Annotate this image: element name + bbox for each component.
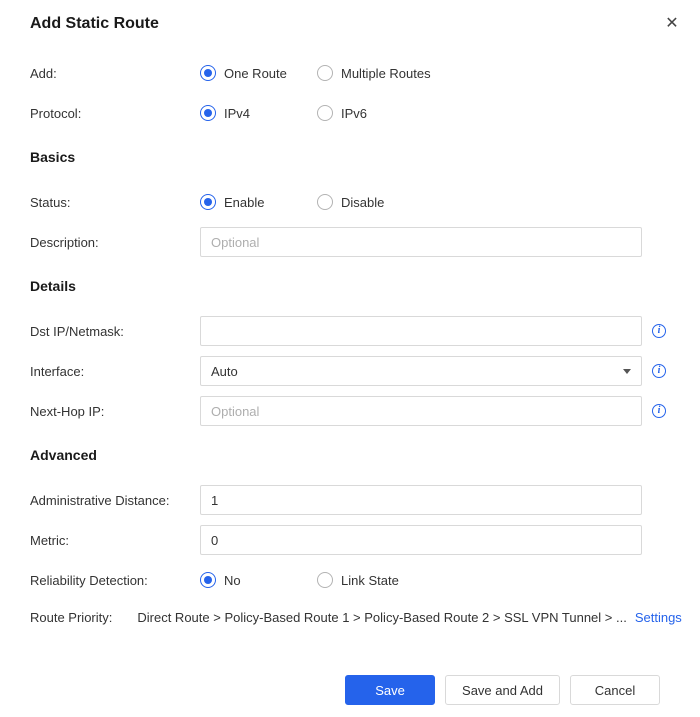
dst-ip-row: Dst IP/Netmask: i (30, 316, 670, 346)
section-details: Details (30, 278, 76, 294)
info-icon[interactable]: i (652, 324, 666, 338)
info-icon[interactable]: i (652, 404, 666, 418)
radio-one-route-label: One Route (224, 65, 287, 81)
radio-ipv4[interactable]: IPv4 (200, 105, 317, 121)
save-and-add-button[interactable]: Save and Add (445, 675, 560, 705)
radio-ipv6[interactable]: IPv6 (317, 105, 367, 121)
radio-unselected-icon (317, 572, 333, 588)
admin-distance-row: Administrative Distance: (30, 485, 670, 515)
info-icon[interactable]: i (652, 364, 666, 378)
metric-input[interactable] (200, 525, 642, 555)
radio-disable[interactable]: Disable (317, 194, 384, 210)
dialog-title: Add Static Route (30, 15, 159, 32)
add-radio-group: One Route Multiple Routes (200, 65, 431, 81)
next-hop-label: Next-Hop IP: (30, 403, 105, 419)
radio-selected-icon (200, 572, 216, 588)
radio-enable-label: Enable (224, 194, 265, 210)
interface-row: Interface: Auto i (30, 356, 670, 386)
interface-label: Interface: (30, 363, 85, 379)
section-advanced: Advanced (30, 447, 97, 463)
cancel-button[interactable]: Cancel (570, 675, 660, 705)
radio-ipv6-label: IPv6 (341, 105, 368, 121)
dst-ip-label: Dst IP/Netmask: (30, 323, 124, 339)
radio-selected-icon (200, 105, 216, 121)
status-radio-group: Enable Disable (200, 194, 384, 210)
reliability-radio-group: No Link State (200, 572, 399, 588)
radio-ipv4-label: IPv4 (224, 105, 251, 121)
radio-disable-label: Disable (341, 194, 385, 210)
route-priority-row: Route Priority: Direct Route > Policy-Ba… (30, 605, 682, 629)
next-hop-row: Next-Hop IP: i (30, 396, 670, 426)
route-priority-value: Direct Route > Policy-Based Route 1 > Po… (137, 609, 627, 625)
radio-unselected-icon (317, 65, 333, 81)
save-button[interactable]: Save (345, 675, 436, 705)
description-input[interactable] (200, 227, 642, 257)
radio-unselected-icon (317, 105, 333, 121)
radio-link-state-label: Link State (341, 572, 399, 588)
interface-select[interactable]: Auto (200, 356, 642, 386)
interface-select-value: Auto (211, 363, 238, 379)
protocol-row: Protocol: IPv4 IPv6 (30, 98, 670, 128)
metric-row: Metric: (30, 525, 670, 555)
dialog-footer: Save Save and Add Cancel (30, 675, 670, 705)
radio-one-route[interactable]: One Route (200, 65, 317, 81)
status-label: Status: (30, 194, 71, 210)
radio-unselected-icon (317, 194, 333, 210)
dialog-header: Add Static Route ✕ (0, 0, 700, 34)
reliability-label: Reliability Detection: (30, 572, 148, 588)
section-basics: Basics (30, 149, 76, 165)
add-label: Add: (30, 65, 57, 81)
radio-link-state[interactable]: Link State (317, 572, 399, 588)
route-priority-label: Route Priority: (30, 609, 113, 625)
admin-distance-input[interactable] (200, 485, 642, 515)
radio-no[interactable]: No (200, 572, 317, 588)
admin-distance-label: Administrative Distance: (30, 492, 170, 508)
chevron-down-icon (623, 368, 631, 374)
route-priority-settings-link[interactable]: Settings (635, 610, 682, 625)
protocol-radio-group: IPv4 IPv6 (200, 105, 367, 121)
radio-enable[interactable]: Enable (200, 194, 317, 210)
description-row: Description: (30, 227, 670, 257)
status-row: Status: Enable Disable (30, 187, 670, 217)
radio-selected-icon (200, 194, 216, 210)
reliability-row: Reliability Detection: No Link State (30, 565, 670, 595)
radio-selected-icon (200, 65, 216, 81)
protocol-label: Protocol: (30, 105, 82, 121)
add-row: Add: One Route Multiple Routes (30, 58, 670, 88)
radio-multiple-routes-label: Multiple Routes (341, 65, 431, 81)
radio-no-label: No (224, 572, 241, 588)
description-label: Description: (30, 234, 99, 250)
dst-ip-input[interactable] (200, 316, 642, 346)
next-hop-input[interactable] (200, 396, 642, 426)
radio-multiple-routes[interactable]: Multiple Routes (317, 65, 431, 81)
metric-label: Metric: (30, 532, 69, 548)
add-static-route-dialog: Add Static Route ✕ Add: One Route Multip… (0, 0, 700, 717)
dialog-body: Add: One Route Multiple Routes Protocol:… (0, 34, 700, 705)
close-icon[interactable]: ✕ (662, 14, 682, 34)
